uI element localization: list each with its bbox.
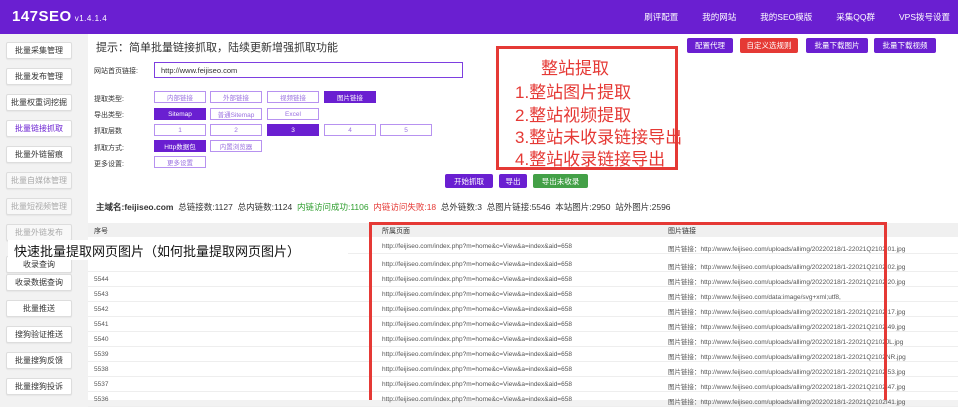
sidebar-item-index-data[interactable]: 收录数据查询	[6, 274, 72, 291]
row-id: 5539	[94, 351, 109, 358]
extract-image-option[interactable]: 图片链接	[324, 91, 376, 103]
layer-4-option[interactable]: 4	[324, 124, 376, 136]
sidebar-item-publish[interactable]: 批量发布管理	[6, 68, 72, 85]
url-label: 网站首页链接:	[94, 68, 138, 75]
extract-external-option[interactable]: 外部链接	[210, 91, 262, 103]
row-id: 5538	[94, 366, 109, 373]
sidebar: 批量采集管理 批量发布管理 批量权重词挖掘 批量链接抓取 批量外链留痕 批量自媒…	[0, 34, 84, 400]
layer-3-option[interactable]: 3	[267, 124, 319, 136]
top-nav: 刷评配置 我的网站 我的SEO模版 采集QQ群 VPS拨号设置	[620, 0, 950, 34]
stat-external-links: 总外链数:3	[440, 202, 482, 212]
sidebar-item-outlinks[interactable]: 批量外链留痕	[6, 146, 72, 163]
download-videos-button[interactable]: 批量下载视频	[874, 38, 936, 53]
export-sitemap-option[interactable]: Sitemap	[154, 108, 206, 120]
export-type-label: 导出类型:	[94, 112, 124, 119]
sidebar-item-sogou-complaint[interactable]: 批量搜狗投诉	[6, 378, 72, 395]
callout-title: 整站提取	[541, 59, 609, 78]
stat-offsite-images: 站外图片:2596	[615, 202, 671, 212]
layer-5-option[interactable]: 5	[380, 124, 432, 136]
table-highlight-box	[369, 222, 887, 400]
sidebar-item-media[interactable]: 批量自媒体管理	[6, 172, 72, 189]
row-id: 5541	[94, 321, 109, 328]
sidebar-item-sogou-verify[interactable]: 搜狗验证推送	[6, 326, 72, 343]
sidebar-item-push[interactable]: 批量推送	[6, 300, 72, 317]
nav-review-config[interactable]: 刷评配置	[644, 11, 678, 23]
logo-text: 147SEO	[12, 8, 72, 25]
extract-video-option[interactable]: 视频链接	[267, 91, 319, 103]
col-id-header: 序号	[94, 228, 108, 235]
export-excel-option[interactable]: Excel	[267, 108, 319, 120]
top-bar: 147SEO v1.4.1.4 刷评配置 我的网站 我的SEO模版 采集QQ群 V…	[0, 0, 958, 34]
sidebar-item-shortvideo[interactable]: 批量短视频管理	[6, 198, 72, 215]
more-settings-label: 更多设置:	[94, 161, 124, 168]
stat-visit-ok: 内链访问成功:1106	[296, 202, 369, 212]
nav-my-sites[interactable]: 我的网站	[702, 11, 736, 23]
download-images-button[interactable]: 批量下载图片	[806, 38, 868, 53]
app-logo: 147SEO v1.4.1.4	[12, 8, 107, 25]
url-input[interactable]: http://www.feijiseo.com	[154, 62, 463, 78]
stat-total-links: 总链接数:1127	[178, 202, 233, 212]
mode-http-option[interactable]: Http数据包	[154, 140, 206, 152]
export-unindexed-button[interactable]: 导出未收录	[533, 174, 588, 188]
stat-site-images: 本站图片:2950	[555, 202, 611, 212]
mode-browser-option[interactable]: 内置浏览器	[210, 140, 262, 152]
stat-domain: 主域名:feijiseo.com	[96, 202, 174, 212]
sidebar-item-collect[interactable]: 批量采集管理	[6, 42, 72, 59]
extract-internal-option[interactable]: 内部链接	[154, 91, 206, 103]
stat-visit-fail: 内链访问失败:18	[373, 202, 437, 212]
stat-total-images: 总图片链接:5546	[486, 202, 551, 212]
article-title-overlay: 快速批量提取网页图片（如何批量提取网页图片）	[8, 240, 348, 260]
export-button[interactable]: 导出	[499, 174, 527, 188]
sidebar-item-outlink-publish[interactable]: 批量外链发布	[6, 224, 72, 241]
row-id: 5540	[94, 336, 109, 343]
row-id: 5543	[94, 291, 109, 298]
version-label: v1.4.1.4	[74, 14, 108, 23]
sidebar-item-link-crawl[interactable]: 批量链接抓取	[6, 120, 72, 137]
stats-bar: 主域名:feijiseo.com 总链接数:1127 总内链数:1124 内链访…	[96, 201, 671, 213]
custom-rule-button[interactable]: 自定义选规则	[740, 38, 798, 53]
proxy-config-button[interactable]: 配置代理	[687, 38, 733, 53]
nav-vps-dialup[interactable]: VPS拨号设置	[899, 11, 950, 23]
stat-internal-links: 总内链数:1124	[237, 202, 293, 212]
sidebar-item-sogou-feedback[interactable]: 批量搜狗反馈	[6, 352, 72, 369]
mode-label: 抓取方式:	[94, 145, 124, 152]
row-id: 5542	[94, 306, 109, 313]
start-crawl-button[interactable]: 开始抓取	[445, 174, 493, 188]
extract-type-label: 提取类型:	[94, 96, 124, 103]
layer-2-option[interactable]: 2	[210, 124, 262, 136]
tip-text: 提示：简单批量链接抓取，陆续更新增强抓取功能	[96, 42, 338, 54]
sidebar-item-keywords[interactable]: 批量权重词挖掘	[6, 94, 72, 111]
feature-callout: 整站提取 1.整站图片提取 2.整站视频提取 3.整站未收录链接导出 4.整站收…	[496, 46, 682, 170]
export-plain-sitemap-option[interactable]: 普通Sitemap	[210, 108, 262, 120]
nav-seo-templates[interactable]: 我的SEO模版	[760, 11, 812, 23]
row-id: 5544	[94, 276, 109, 283]
callout-line-1: 1.整站图片提取	[515, 83, 632, 102]
row-id: 5537	[94, 381, 109, 388]
layer-1-option[interactable]: 1	[154, 124, 206, 136]
callout-line-4: 4.整站收录链接导出	[515, 150, 666, 169]
layer-label: 抓取层数	[94, 128, 122, 135]
nav-qq-group[interactable]: 采集QQ群	[836, 11, 875, 23]
more-settings-button[interactable]: 更多设置	[154, 156, 206, 168]
